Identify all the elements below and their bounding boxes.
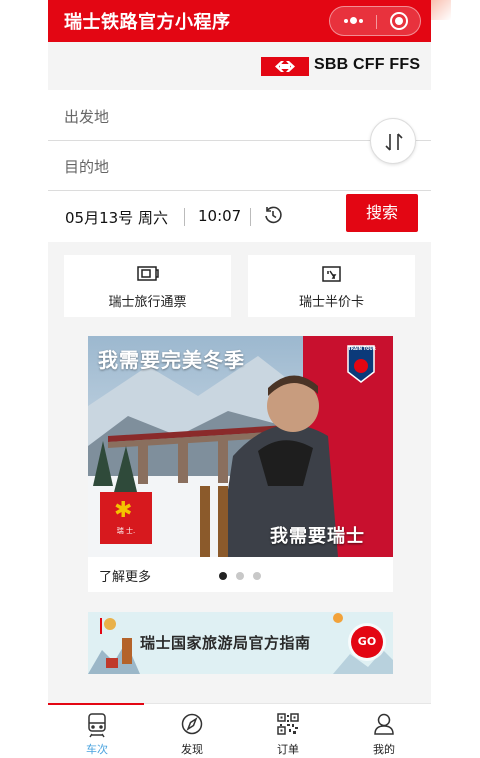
carousel-dot-active[interactable] bbox=[219, 572, 227, 580]
star-icon: ✱ bbox=[114, 498, 133, 523]
train-tour-text: TRAIN TOUR bbox=[348, 346, 376, 351]
brand-bar: SBB CFF FFS bbox=[48, 42, 431, 90]
tab-label: 订单 bbox=[277, 743, 299, 756]
compass-icon bbox=[181, 713, 203, 735]
app-header: 瑞士铁路官方小程序 bbox=[48, 0, 431, 42]
qr-code-icon bbox=[277, 713, 299, 735]
half-fare-card-icon bbox=[322, 266, 341, 282]
tab-label: 我的 bbox=[373, 743, 395, 756]
date-selector[interactable]: 05月13号 周六 bbox=[65, 207, 168, 228]
train-icon bbox=[88, 713, 106, 738]
capsule-menu bbox=[329, 6, 421, 36]
tourism-guide-banner[interactable]: 瑞士国家旅游局官方指南 GO bbox=[88, 612, 393, 674]
divider bbox=[250, 208, 251, 226]
guide-text: 瑞士国家旅游局官方指南 bbox=[140, 634, 311, 652]
carousel-dot[interactable] bbox=[253, 572, 261, 580]
tab-orders[interactable]: 订单 bbox=[258, 710, 318, 756]
tab-label: 发现 bbox=[181, 743, 203, 756]
shortcut-label: 瑞士旅行通票 bbox=[108, 295, 187, 310]
swiss-travel-pass-card[interactable]: 瑞士旅行通票 bbox=[64, 255, 231, 317]
search-button[interactable]: 搜索 bbox=[346, 194, 418, 232]
departure-field[interactable]: 出发地 bbox=[64, 106, 364, 127]
more-dots-icon[interactable] bbox=[342, 11, 366, 31]
time-selector[interactable]: 10:07 bbox=[198, 207, 241, 225]
history-clock-icon[interactable] bbox=[263, 205, 283, 225]
carousel-dots bbox=[219, 572, 269, 582]
carousel-dot[interactable] bbox=[236, 572, 244, 580]
search-form: 出发地 目的地 05月13号 周六 10:07 搜索 bbox=[48, 90, 431, 242]
banner-slogan: 我需要瑞士 bbox=[270, 526, 365, 547]
half-fare-card[interactable]: 瑞士半价卡 bbox=[248, 255, 415, 317]
capsule-divider bbox=[376, 15, 377, 29]
learn-more-link[interactable]: 了解更多 bbox=[99, 566, 151, 585]
tab-label: 车次 bbox=[86, 743, 108, 756]
sbb-logo-text: SBB CFF FFS bbox=[314, 56, 421, 73]
tab-trains[interactable]: 车次 bbox=[67, 710, 127, 756]
go-button[interactable]: GO bbox=[351, 626, 383, 658]
divider bbox=[48, 190, 431, 191]
background-decoration bbox=[431, 0, 451, 20]
swap-stations-button[interactable] bbox=[370, 118, 416, 164]
switzerland-badge: ✱ 瑞 士. bbox=[100, 492, 152, 544]
tab-discover[interactable]: 发现 bbox=[162, 710, 222, 756]
sbb-logo-icon bbox=[261, 57, 309, 76]
active-tab-indicator bbox=[48, 703, 144, 705]
divider bbox=[184, 208, 185, 226]
tab-bar: 车次 发现 订单 我的 bbox=[48, 703, 431, 758]
banner-title: 我需要完美冬季 bbox=[98, 348, 245, 372]
mini-program-screen: 瑞士铁路官方小程序 SBB CFF FFS 出发地 目的地 05月13号 周六 … bbox=[48, 0, 431, 758]
promo-carousel[interactable]: 我需要完美冬季 TRAIN TOUR ✱ 瑞 士. 我需要瑞士 了解更多 bbox=[88, 336, 393, 592]
tab-profile[interactable]: 我的 bbox=[354, 710, 414, 756]
destination-field[interactable]: 目的地 bbox=[64, 156, 364, 177]
capsule-close-icon[interactable] bbox=[390, 12, 408, 30]
app-title: 瑞士铁路官方小程序 bbox=[64, 12, 231, 33]
badge-text: 瑞 士. bbox=[116, 527, 136, 535]
ticket-icon bbox=[137, 266, 159, 281]
swap-icon bbox=[385, 133, 403, 151]
shortcut-label: 瑞士半价卡 bbox=[298, 295, 364, 310]
promo-banner-image[interactable]: 我需要完美冬季 TRAIN TOUR ✱ 瑞 士. 我需要瑞士 bbox=[88, 336, 393, 557]
user-icon bbox=[374, 713, 394, 735]
